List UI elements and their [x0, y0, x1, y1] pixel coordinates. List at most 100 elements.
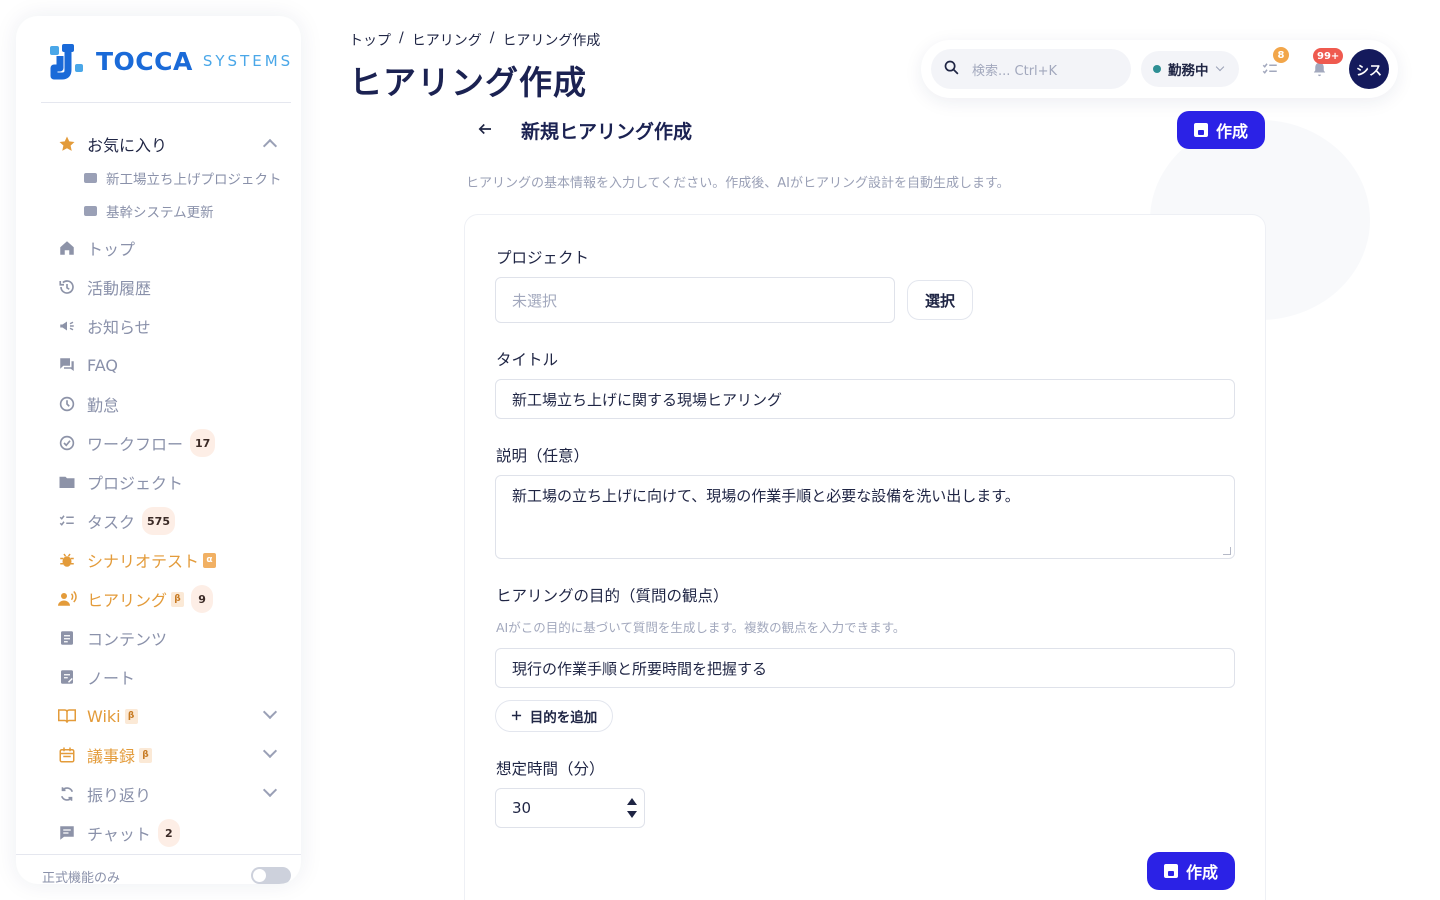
purpose-hint: AIがこの目的に基づいて質問を生成します。複数の観点を入力できます。: [496, 620, 906, 635]
beta-tag: β: [124, 708, 138, 724]
save-icon: [1193, 123, 1208, 137]
sidebar-favorites-toggle[interactable]: お気に入り: [56, 129, 281, 159]
stepper-down-icon[interactable]: [627, 811, 637, 818]
clock-icon: [56, 393, 78, 415]
sidebar-item-minutes[interactable]: 議事録 β: [56, 740, 281, 770]
sidebar-item-project[interactable]: プロジェクト: [56, 467, 281, 497]
sidebar-item-label: チャット: [87, 825, 151, 844]
resize-handle[interactable]: [1223, 547, 1231, 555]
folder-icon: [84, 206, 97, 216]
page-title: ヒアリング作成: [349, 63, 587, 102]
chevron-down-icon: [262, 743, 278, 759]
sidebar-item-note[interactable]: ノート: [56, 662, 281, 692]
sidebar-item-news[interactable]: お知らせ: [56, 311, 281, 341]
sidebar-item-activity[interactable]: 活動履歴: [56, 272, 281, 302]
count-badge: 575: [142, 507, 175, 535]
plus-icon: [511, 709, 522, 724]
sidebar-item-task[interactable]: タスク 575: [56, 506, 281, 536]
calendar-icon: [56, 744, 78, 766]
document-icon: [56, 627, 78, 649]
sidebar-item-contents[interactable]: コンテンツ: [56, 623, 281, 653]
sidebar-item-label: 議事録: [87, 747, 136, 766]
checklist-icon: [56, 510, 78, 532]
sidebar-item-label: FAQ: [87, 355, 118, 375]
sidebar-item-workflow[interactable]: ワークフロー 17: [56, 428, 281, 458]
duration-stepper[interactable]: [620, 788, 644, 828]
sidebar-item-top[interactable]: トップ: [56, 233, 281, 263]
sidebar-item-hearing[interactable]: ヒアリング β 9: [56, 584, 281, 614]
form-heading: 新規ヒアリング作成: [521, 121, 693, 143]
sidebar-item-chat[interactable]: チャット 2: [56, 818, 281, 848]
status-dot: [1153, 65, 1161, 73]
breadcrumb: トップ / ヒアリング / ヒアリング作成: [349, 30, 600, 50]
sidebar-item-scenario-test[interactable]: シナリオテスト α: [56, 545, 281, 575]
search-input[interactable]: 検索... Ctrl+K: [931, 49, 1131, 89]
chat-bubbles-icon: [56, 354, 78, 376]
note-icon: [56, 666, 78, 688]
megaphone-icon: [56, 315, 78, 337]
favorite-label: 基幹システム更新: [106, 205, 214, 221]
sidebar-item-label: タスク: [87, 513, 136, 532]
create-label: 作成: [1215, 124, 1248, 141]
brand-name: TOCCA: [96, 46, 193, 76]
stepper-up-icon[interactable]: [627, 798, 637, 805]
title-input[interactable]: 新工場立ち上げに関する現場ヒアリング: [495, 379, 1235, 419]
sidebar-item-attendance[interactable]: 勤怠: [56, 389, 281, 419]
work-status-dropdown[interactable]: 勤務中: [1141, 51, 1239, 87]
create-button-top[interactable]: 作成: [1177, 111, 1265, 149]
refresh-icon: [56, 783, 78, 805]
checklist-icon: [1262, 63, 1277, 74]
description-value: 新工場の立ち上げに向けて、現場の作業手順と必要な設備を洗い出します。: [512, 487, 1020, 505]
sidebar-item-label: コンテンツ: [87, 630, 168, 649]
sidebar-item-label: トップ: [87, 240, 136, 259]
notifications-badge: 99+: [1313, 48, 1344, 64]
sidebar-item-label: ノート: [87, 669, 136, 688]
avatar[interactable]: シス: [1349, 49, 1389, 89]
breadcrumb-link-top[interactable]: トップ: [349, 30, 391, 50]
project-field[interactable]: 未選択: [495, 277, 895, 323]
chevron-down-icon: [1215, 62, 1224, 72]
sidebar-item-wiki[interactable]: Wiki β: [56, 701, 281, 731]
add-purpose-button[interactable]: 目的を追加: [495, 700, 613, 732]
tasks-badge: 8: [1273, 47, 1289, 63]
official-only-toggle[interactable]: [251, 867, 291, 884]
duration-value: 30: [512, 799, 532, 817]
count-badge: 2: [157, 819, 180, 847]
description-textarea[interactable]: 新工場の立ち上げに向けて、現場の作業手順と必要な設備を洗い出します。: [495, 475, 1235, 559]
add-purpose-label: 目的を追加: [529, 710, 598, 725]
chevron-up-icon: [262, 138, 278, 154]
count-badge: 17: [190, 429, 216, 457]
arrow-left-icon: [478, 123, 491, 135]
back-button[interactable]: [476, 120, 496, 140]
check-circle-icon: [56, 432, 78, 454]
breadcrumb-link-hearing[interactable]: ヒアリング: [412, 30, 482, 50]
sidebar-item-label: プロジェクト: [87, 474, 184, 493]
folder-icon: [84, 173, 97, 183]
create-label: 作成: [1185, 865, 1218, 882]
duration-label: 想定時間（分）: [496, 760, 605, 778]
divider: [41, 102, 291, 103]
sidebar-item-label: Wiki: [87, 706, 121, 726]
breadcrumb-current: ヒアリング作成: [502, 33, 601, 49]
folder-icon: [56, 471, 78, 493]
favorite-label: 新工場立ち上げプロジェクト: [106, 172, 282, 188]
sidebar-item-retrospective[interactable]: 振り返り: [56, 779, 281, 809]
search-icon: [943, 59, 960, 80]
favorite-item[interactable]: 新工場立ち上げプロジェクト: [84, 167, 282, 189]
create-button-bottom[interactable]: 作成: [1147, 852, 1235, 890]
favorite-item[interactable]: 基幹システム更新: [84, 200, 214, 222]
form-intro: ヒアリングの基本情報を入力してください。作成後、AIがヒアリング設計を自動生成し…: [466, 176, 1010, 191]
project-select-button[interactable]: 選択: [907, 280, 973, 320]
breadcrumb-separator: /: [399, 30, 404, 46]
search-placeholder: 検索... Ctrl+K: [972, 63, 1058, 79]
sidebar-item-label: ワークフロー: [87, 435, 184, 454]
brand-logo[interactable]: TOCCA SYSTEMS: [48, 42, 293, 80]
purpose-input[interactable]: 現行の作業手順と所要時間を把握する: [495, 648, 1235, 688]
sidebar-item-faq[interactable]: FAQ: [56, 350, 281, 380]
official-only-label: 正式機能のみ: [42, 871, 121, 884]
sidebar-item-label: 勤怠: [87, 396, 120, 415]
sidebar-item-label: シナリオテスト: [87, 552, 200, 571]
breadcrumb-separator: /: [489, 30, 495, 46]
project-label: プロジェクト: [496, 249, 590, 267]
book-icon: [56, 705, 78, 727]
